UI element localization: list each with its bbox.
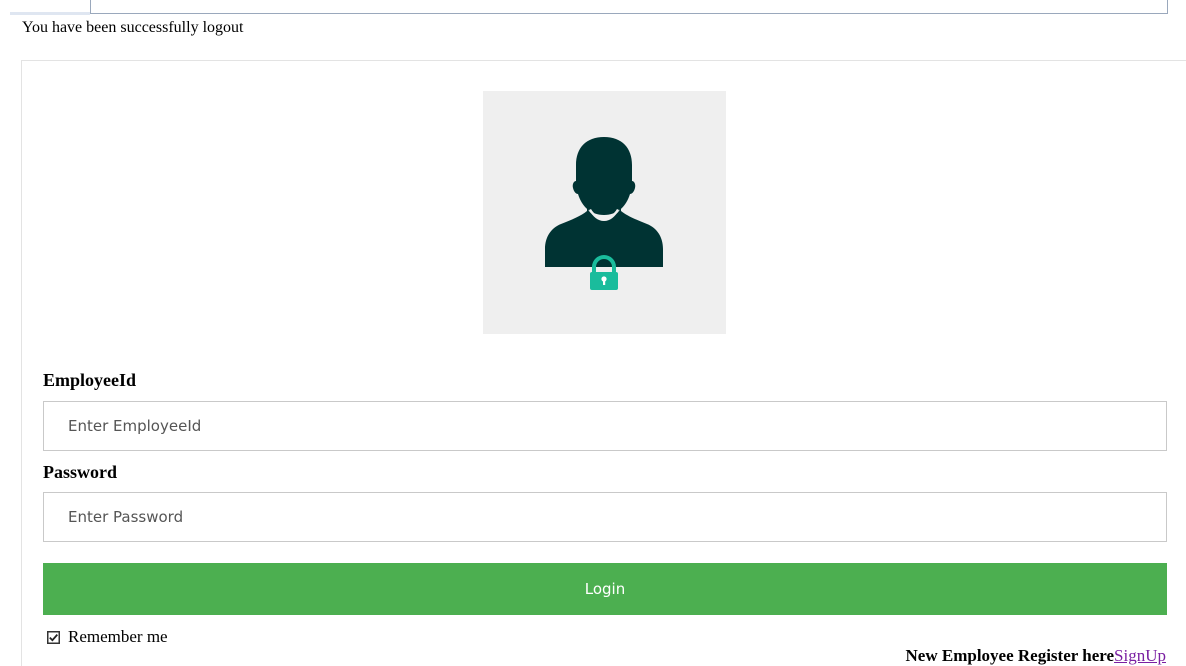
browser-frame-strip xyxy=(0,0,1186,15)
signup-prompt: New Employee Register here xyxy=(905,646,1115,665)
password-label: Password xyxy=(43,462,118,482)
checkbox-checked-icon[interactable] xyxy=(47,630,60,644)
frame-tab xyxy=(10,12,90,15)
signup-row: New Employee Register hereSignUp xyxy=(906,645,1166,666)
password-input[interactable] xyxy=(43,492,1167,542)
employee-id-input[interactable] xyxy=(43,401,1167,451)
login-button[interactable]: Login xyxy=(43,563,1167,615)
frame-border-left xyxy=(90,0,91,14)
logout-message: You have been successfully logout xyxy=(22,19,244,36)
user-lock-icon xyxy=(545,137,663,290)
employee-id-label: EmployeeId xyxy=(43,370,137,390)
avatar-image xyxy=(483,91,726,334)
remember-me-label: Remember me xyxy=(68,627,168,646)
signup-link[interactable]: SignUp xyxy=(1114,646,1166,665)
frame-border-right xyxy=(1167,0,1168,14)
frame-border-bottom xyxy=(90,13,1168,14)
remember-me-row[interactable]: Remember me xyxy=(47,627,168,647)
